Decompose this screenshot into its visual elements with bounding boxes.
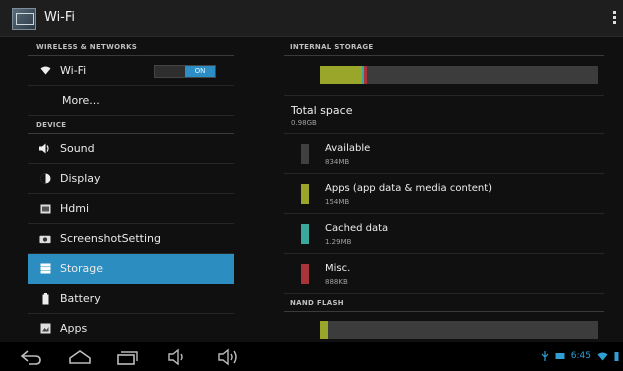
battery-status-icon bbox=[614, 352, 619, 361]
settings-app-icon[interactable] bbox=[12, 8, 36, 30]
action-bar-title: Wi-Fi bbox=[44, 10, 76, 25]
home-icon[interactable] bbox=[68, 348, 92, 366]
action-bar: Wi-Fi bbox=[0, 0, 623, 37]
apps-icon bbox=[39, 323, 51, 335]
legend-label: Available bbox=[325, 143, 371, 154]
speaker-icon bbox=[39, 143, 51, 155]
storage-usage-row bbox=[284, 56, 604, 96]
camera-icon bbox=[39, 233, 51, 245]
wifi-signal-icon bbox=[597, 352, 608, 360]
wifi-icon bbox=[39, 65, 51, 77]
battery-icon bbox=[39, 292, 51, 305]
setting-item-display[interactable]: Display bbox=[28, 164, 234, 194]
legend-label: Apps (app data & media content) bbox=[325, 183, 493, 194]
status-area[interactable]: 6:45 bbox=[541, 351, 619, 361]
legend-row-available[interactable]: Available 834MB bbox=[284, 134, 604, 174]
storage-usage-bar bbox=[320, 66, 598, 84]
storage-detail: INTERNAL STORAGE Total space 0.98GB Avai… bbox=[284, 38, 604, 342]
hdmi-icon bbox=[39, 203, 51, 215]
bar-segment-misc bbox=[364, 66, 368, 84]
section-header-nand-flash: NAND FLASH bbox=[284, 294, 604, 312]
setting-item-label: Sound bbox=[60, 142, 95, 155]
legend-value: 888KB bbox=[325, 278, 348, 286]
setting-item-storage[interactable]: Storage bbox=[28, 254, 234, 284]
nand-usage-row bbox=[284, 312, 604, 342]
storage-icon bbox=[39, 263, 51, 275]
color-swatch bbox=[301, 264, 309, 284]
legend-row-misc[interactable]: Misc. 888KB bbox=[284, 254, 604, 294]
section-header-internal-storage: INTERNAL STORAGE bbox=[284, 38, 604, 56]
volume-down-icon[interactable] bbox=[167, 348, 187, 366]
color-swatch bbox=[301, 184, 309, 204]
total-space-row[interactable]: Total space 0.98GB bbox=[284, 96, 604, 134]
screen: Wi-Fi WIRELESS & NETWORKS Wi-Fi ON More.… bbox=[0, 0, 623, 371]
setting-item-label: Storage bbox=[60, 262, 104, 275]
settings-list: WIRELESS & NETWORKS Wi-Fi ON More... DEV… bbox=[28, 38, 234, 342]
wifi-toggle[interactable]: ON bbox=[154, 65, 216, 78]
setting-item-label: Hdmi bbox=[60, 202, 90, 215]
legend-row-cached[interactable]: Cached data 1.29MB bbox=[284, 214, 604, 254]
setting-item-hdmi[interactable]: Hdmi bbox=[28, 194, 234, 224]
legend-row-apps[interactable]: Apps (app data & media content) 154MB bbox=[284, 174, 604, 214]
setting-item-label: Apps bbox=[60, 322, 88, 335]
wifi-toggle-state: ON bbox=[185, 66, 215, 77]
sd-card-icon bbox=[555, 353, 565, 359]
navigation-bar: 6:45 bbox=[0, 342, 623, 371]
setting-item-label: Wi-Fi bbox=[60, 64, 87, 77]
setting-item-label: ScreenshotSetting bbox=[60, 232, 161, 245]
setting-item-more[interactable]: More... bbox=[28, 86, 234, 116]
setting-item-label: Battery bbox=[60, 292, 101, 305]
total-space-label: Total space bbox=[291, 104, 353, 117]
color-swatch bbox=[301, 224, 309, 244]
section-header-device: DEVICE bbox=[28, 116, 234, 134]
volume-up-icon[interactable] bbox=[217, 348, 241, 366]
usb-icon bbox=[541, 351, 549, 361]
setting-item-label: More... bbox=[62, 94, 100, 107]
section-header-wireless: WIRELESS & NETWORKS bbox=[28, 38, 234, 56]
overflow-menu-icon[interactable] bbox=[613, 11, 617, 27]
setting-item-label: Display bbox=[60, 172, 101, 185]
setting-item-sound[interactable]: Sound bbox=[28, 134, 234, 164]
setting-item-apps[interactable]: Apps bbox=[28, 314, 234, 342]
nand-usage-bar bbox=[320, 321, 598, 339]
bar-segment-apps bbox=[320, 321, 329, 339]
legend-label: Cached data bbox=[325, 223, 389, 234]
color-swatch bbox=[301, 144, 309, 164]
legend-value: 1.29MB bbox=[325, 238, 352, 246]
setting-item-battery[interactable]: Battery bbox=[28, 284, 234, 314]
total-space-value: 0.98GB bbox=[291, 119, 317, 127]
clock-time: 6:45 bbox=[570, 351, 591, 361]
legend-label: Misc. bbox=[325, 263, 351, 274]
bar-segment-apps bbox=[320, 66, 362, 84]
legend-value: 154MB bbox=[325, 198, 350, 206]
setting-item-screenshot[interactable]: ScreenshotSetting bbox=[28, 224, 234, 254]
recent-apps-icon[interactable] bbox=[115, 348, 139, 366]
brightness-icon bbox=[39, 173, 51, 185]
legend-value: 834MB bbox=[325, 158, 350, 166]
setting-item-wifi[interactable]: Wi-Fi ON bbox=[28, 56, 234, 86]
back-icon[interactable] bbox=[20, 348, 42, 366]
